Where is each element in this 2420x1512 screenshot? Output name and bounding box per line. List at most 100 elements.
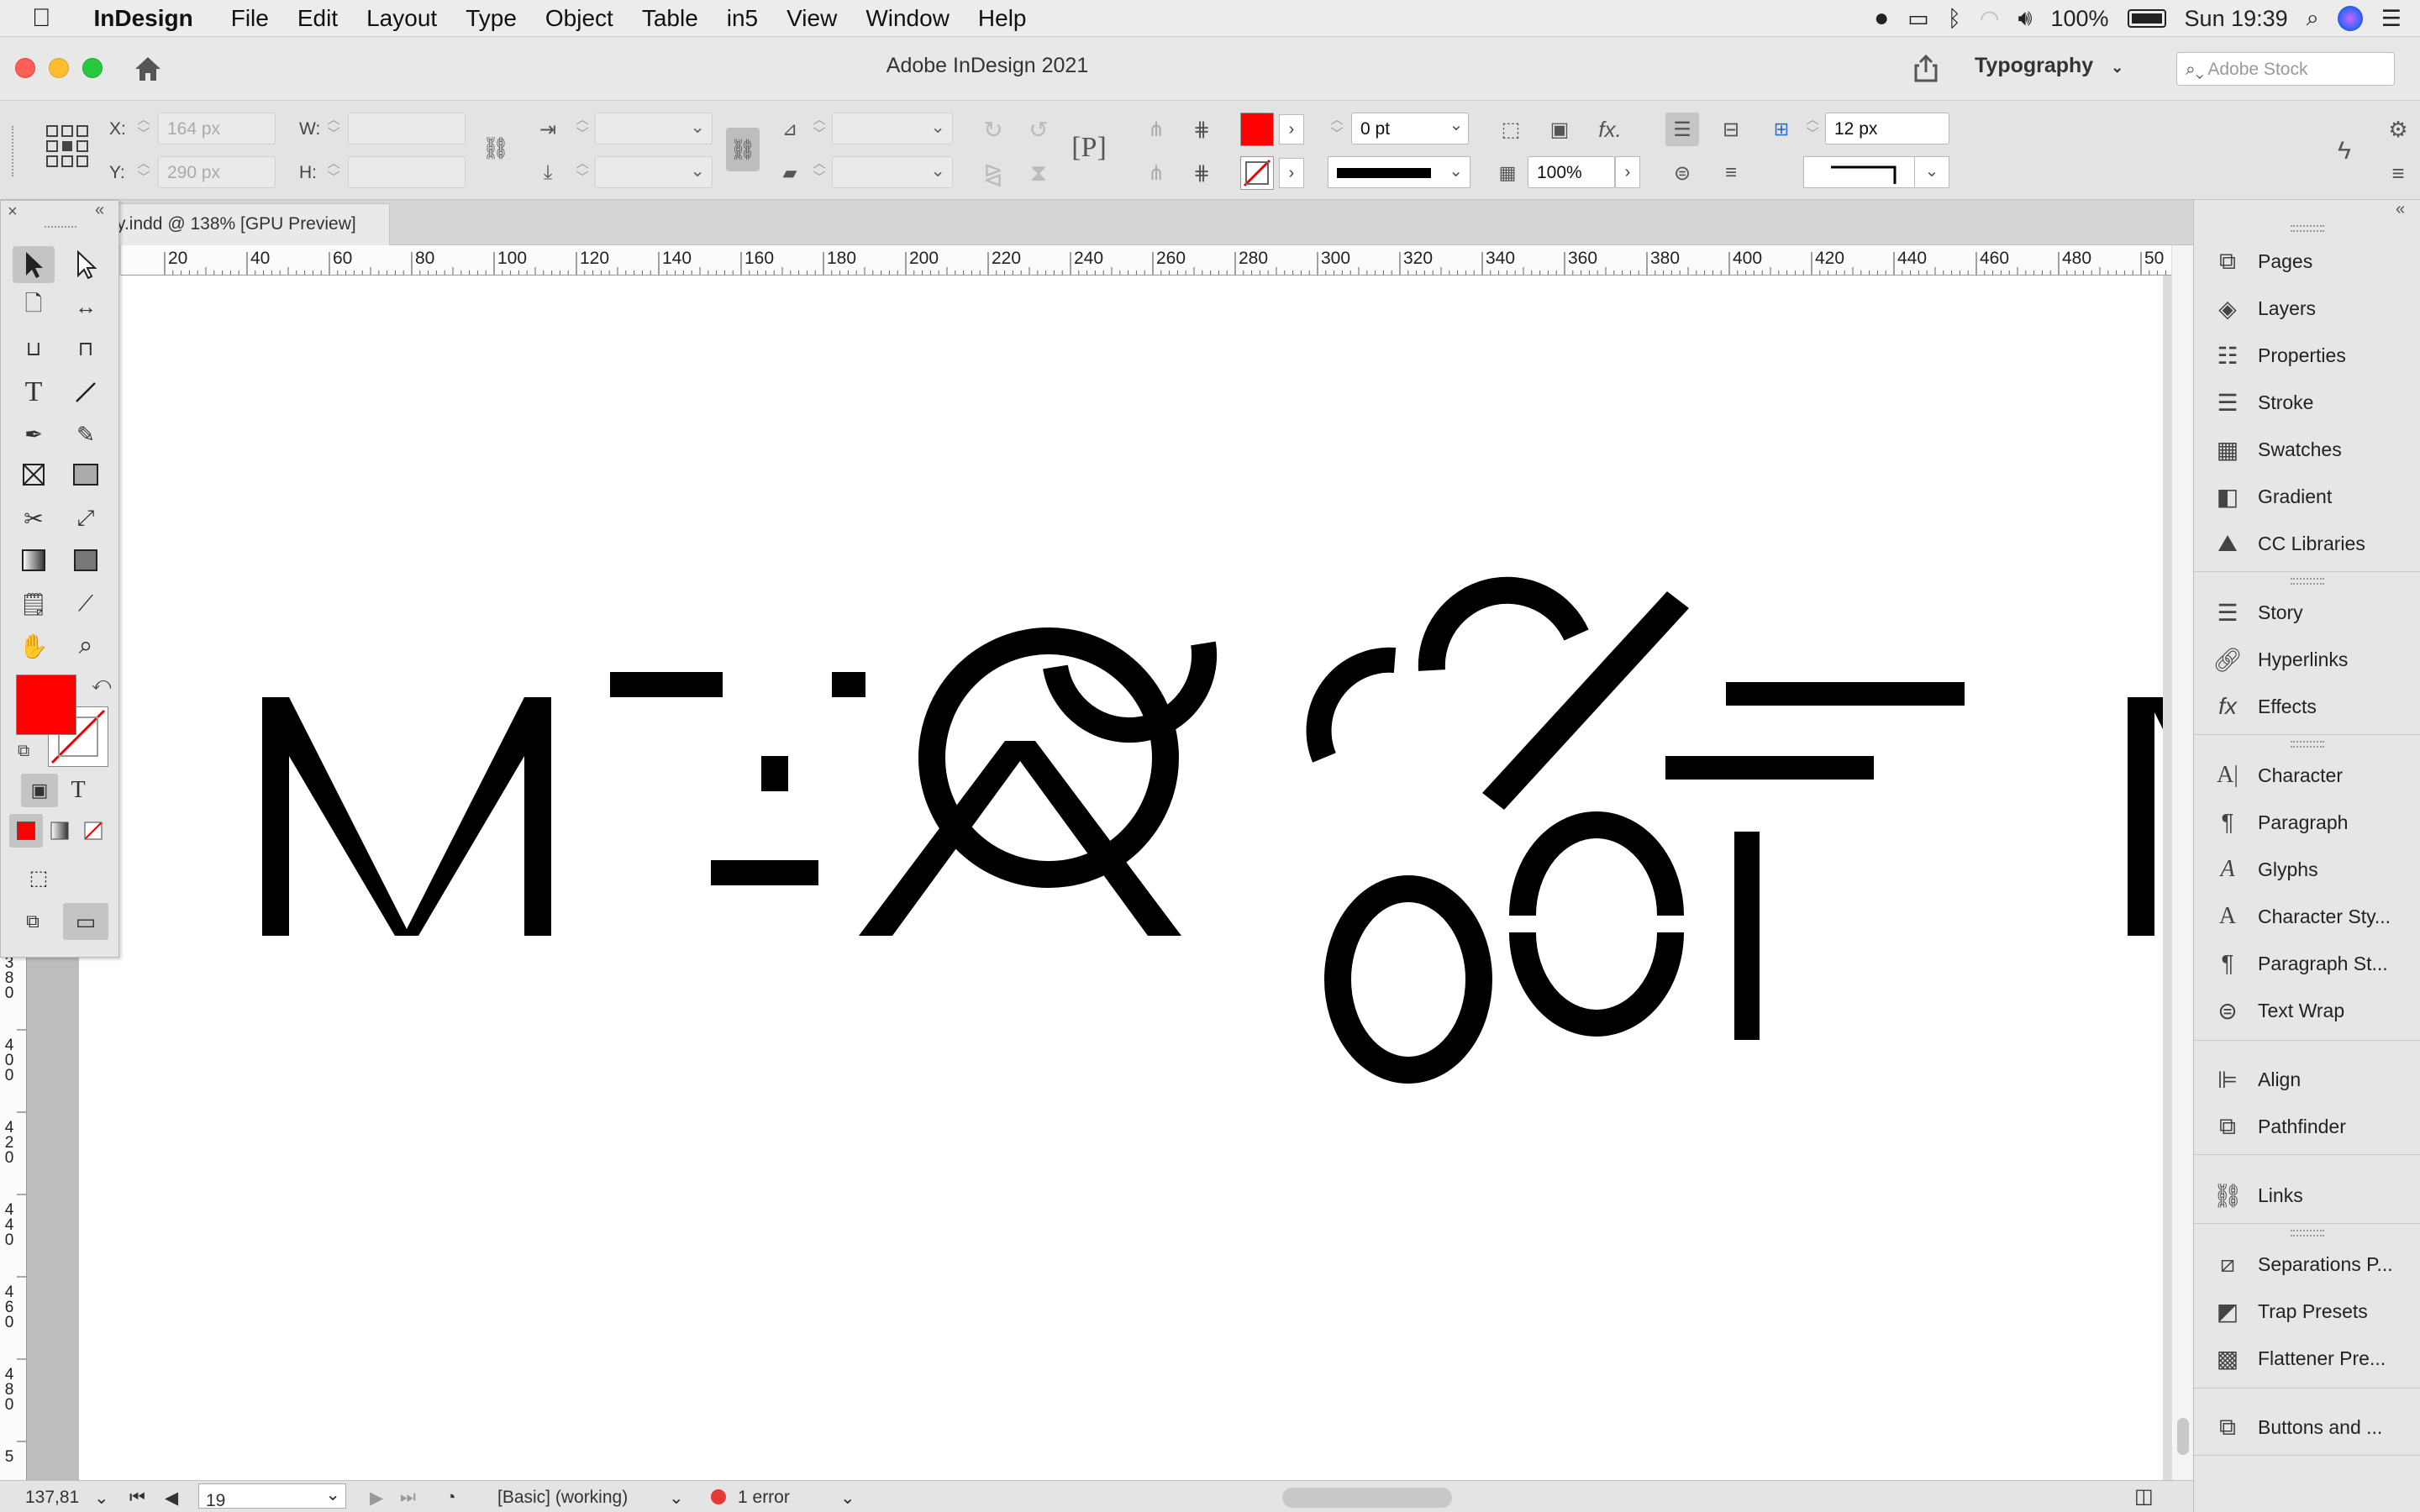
vertical-scrollbar[interactable] — [2171, 245, 2193, 1480]
panel-trap-presets[interactable]: ◩ Trap Presets — [2194, 1289, 2420, 1334]
menu-layout[interactable]: Layout — [352, 5, 451, 32]
menu-file[interactable]: File — [208, 5, 283, 32]
preflight-profile[interactable]: [Basic] (working) — [497, 1488, 628, 1508]
screen-mode-preview[interactable]: ⧉ — [14, 905, 51, 938]
panel-menu-icon[interactable]: ≡ — [2381, 156, 2415, 190]
constrain-proportions-icon[interactable]: ⛓ — [479, 131, 513, 165]
h-stepper[interactable]: ︿ ﹀ — [324, 156, 343, 188]
clock[interactable]: Sun 19:39 — [2185, 6, 2288, 32]
text-wrap-icon[interactable]: ⊜ — [1665, 156, 1699, 190]
rotate-ccw-icon[interactable]: ↺ — [1022, 113, 1055, 146]
stroke-weight-stepper[interactable]: ︿ ﹀ — [1328, 113, 1346, 144]
control-center-icon[interactable]: ☰ — [2381, 6, 2402, 32]
y-stepper[interactable]: ︿ ﹀ — [134, 156, 153, 188]
app-menu[interactable]: InDesign — [66, 5, 208, 32]
tools-panel-collapse-icon[interactable]: « — [95, 201, 104, 220]
gradient-feather-tool[interactable] — [65, 542, 107, 579]
swap-fill-stroke-icon[interactable]: ⤺ — [92, 673, 112, 695]
panel-align[interactable]: ⊫ Align — [2194, 1057, 2420, 1102]
scale-y-icon[interactable]: ⤓ — [531, 156, 565, 190]
h-field[interactable] — [348, 156, 466, 188]
panel-links[interactable]: ⛓ Links — [2194, 1173, 2420, 1218]
rotate-stepper[interactable]: ︿ ﹀ — [810, 113, 829, 144]
panel-paragraph-styles[interactable]: ¶ Paragraph St... — [2194, 941, 2420, 986]
workspace-switcher[interactable]: Typography ⌄ — [1975, 54, 2143, 84]
distribute-spacing-icon[interactable]: ≡ — [1714, 156, 1748, 190]
panel-cc-libraries[interactable]: ⛰ CC Libraries — [2194, 521, 2420, 566]
select-next-icon[interactable]: ⋕ — [1185, 156, 1218, 190]
panel-buttons-and-forms[interactable]: ⧉ Buttons and ... — [2194, 1404, 2420, 1450]
airplay-icon[interactable]: ▭ — [1907, 6, 1929, 32]
shear-stepper[interactable]: ︿ ﹀ — [810, 156, 829, 188]
scale-y-field[interactable]: ⌄ — [595, 156, 713, 188]
chevron-down-icon[interactable]: ⌄ — [669, 1488, 684, 1509]
rotate-angle-icon[interactable]: ⊿ — [773, 113, 807, 146]
w-field[interactable] — [348, 113, 466, 144]
rotate-field[interactable]: ⌄ — [832, 113, 953, 144]
bluetooth-icon[interactable]: ᛒ — [1948, 6, 1961, 32]
select-previous-icon[interactable]: ⋕ — [1185, 113, 1218, 146]
panel-separations-preview[interactable]: ⧄ Separations P... — [2194, 1242, 2420, 1287]
corner-options-menu[interactable]: ⌄ — [1914, 156, 1949, 188]
apply-gradient-button[interactable] — [43, 814, 76, 848]
eyedropper-tool[interactable]: ⟋ — [65, 585, 107, 622]
opacity-icon[interactable]: ▦ — [1491, 156, 1524, 190]
panel-glyphs[interactable]: A Glyphs — [2194, 847, 2420, 892]
text-frame-options-icon[interactable]: ⊟ — [1714, 113, 1748, 146]
preflight-icon[interactable]: ◔ — [445, 1488, 456, 1508]
scale-x-field[interactable]: ⌄ — [595, 113, 713, 144]
panel-story[interactable]: ☰ Story — [2194, 590, 2420, 635]
drop-shadow-icon[interactable]: ▣ — [1543, 113, 1576, 146]
pen-tool[interactable]: ✒ — [13, 416, 55, 453]
siri-icon[interactable] — [2337, 6, 2363, 31]
link-scale-icon[interactable]: ⛓ — [726, 128, 760, 171]
flip-horizontal-icon[interactable]: ⧎ — [976, 156, 1010, 190]
panel-pages[interactable]: ⧉ Pages — [2194, 239, 2420, 284]
flip-vertical-icon[interactable]: ⧗ — [1022, 156, 1055, 190]
content-placer-tool[interactable]: ⊓ — [65, 330, 107, 367]
dock-collapse-icon[interactable]: « — [2396, 200, 2405, 219]
stroke-type-dropdown[interactable]: ⌄ — [1328, 156, 1470, 188]
page-number-field[interactable]: 19 ⌄ — [198, 1483, 346, 1510]
chevron-down-icon[interactable]: ⌄ — [94, 1488, 109, 1509]
apply-none-button[interactable] — [76, 814, 110, 848]
typography-artwork[interactable] — [79, 276, 2163, 1480]
x-stepper[interactable]: ︿ ﹀ — [134, 113, 153, 144]
spacing-field[interactable]: 12 px — [1825, 113, 1949, 144]
scissors-tool[interactable]: ✂ — [13, 500, 55, 537]
gap-tool[interactable]: ↔ — [65, 288, 107, 325]
volume-icon[interactable]: 🔊︎ — [2018, 5, 2032, 32]
last-page-icon[interactable]: ⏭ — [400, 1488, 416, 1508]
share-icon[interactable] — [1909, 52, 1943, 86]
scale-y-stepper[interactable]: ︿ ﹀ — [573, 156, 592, 188]
horizontal-ruler[interactable]: 20 40 60 80 100 120 140 160 180 200 220 240 260 280 30… — [121, 245, 2171, 276]
panel-paragraph[interactable]: ¶ Paragraph — [2194, 800, 2420, 845]
fill-color-swatch[interactable] — [16, 675, 76, 735]
quick-apply-icon[interactable]: ϟ — [2328, 134, 2361, 168]
shear-field[interactable]: ⌄ — [832, 156, 953, 188]
split-layout-icon[interactable]: ◫ — [2134, 1484, 2154, 1509]
menu-type[interactable]: Type — [451, 5, 531, 32]
menu-window[interactable]: Window — [851, 5, 964, 32]
opacity-field[interactable]: 100% — [1528, 156, 1615, 188]
rectangle-tool[interactable] — [65, 456, 107, 493]
formatting-affects-text[interactable]: T — [60, 774, 97, 807]
default-fill-stroke-icon[interactable]: ⧉ — [18, 742, 29, 761]
panel-layers[interactable]: ◈ Layers — [2194, 286, 2420, 331]
free-transform-tool[interactable]: ⤢ — [65, 500, 107, 537]
rectangle-frame-tool[interactable] — [13, 456, 55, 493]
gradient-swatch-tool[interactable] — [13, 542, 55, 579]
next-page-icon[interactable]: ▶ — [370, 1488, 383, 1509]
menu-edit[interactable]: Edit — [283, 5, 352, 32]
zoom-tool[interactable]: ⌕ — [65, 627, 107, 664]
pencil-tool[interactable]: ✎ — [65, 416, 107, 453]
panel-text-wrap[interactable]: ⊜ Text Wrap — [2194, 988, 2420, 1033]
panel-effects[interactable]: fx Effects — [2194, 684, 2420, 729]
panel-gradient[interactable]: ◧ Gradient — [2194, 474, 2420, 519]
direction-p-icon[interactable]: [P] — [1071, 131, 1107, 165]
previous-page-icon[interactable]: ◀ — [165, 1488, 178, 1509]
frame-fitting-icon[interactable]: ⬚ — [1494, 113, 1528, 146]
selection-tool[interactable] — [13, 246, 55, 283]
panel-character-styles[interactable]: A Character Sty... — [2194, 894, 2420, 939]
y-field[interactable]: 290 px — [158, 156, 276, 188]
